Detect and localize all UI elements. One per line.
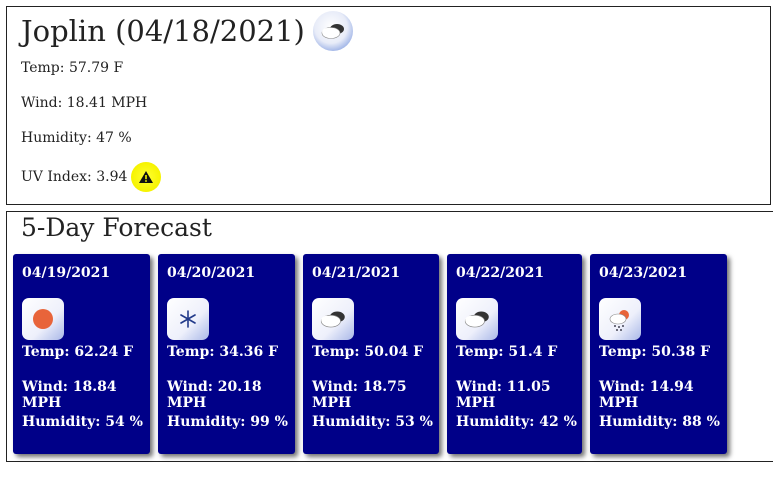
current-weather-panel: Joplin (04/18/2021) Temp: 57.79 F Wind: … <box>6 6 771 205</box>
snow-icon <box>167 298 209 340</box>
forecast-wind: Wind: 14.94 MPH <box>599 379 694 411</box>
forecast-date: 04/20/2021 <box>167 265 256 281</box>
forecast-card: 04/19/2021 Temp: 62.24 F Wind: 18.84 MPH… <box>13 254 150 454</box>
forecast-humidity: Humidity: 42 % <box>456 414 577 430</box>
current-temp: Temp: 57.79 F <box>21 60 124 76</box>
forecast-humidity: Humidity: 53 % <box>312 414 433 430</box>
forecast-temp: Temp: 62.24 F <box>22 344 134 360</box>
forecast-temp: Temp: 51.4 F <box>456 344 558 360</box>
current-uv-index: UV Index: 3.94 <box>21 169 128 185</box>
cloudy-icon <box>312 11 353 51</box>
forecast-date: 04/23/2021 <box>599 265 688 281</box>
current-humidity: Humidity: 47 % <box>21 130 132 146</box>
current-wind: Wind: 18.41 MPH <box>21 95 148 111</box>
forecast-date: 04/19/2021 <box>22 265 111 281</box>
cloudy-icon <box>312 298 354 340</box>
current-title-row: Joplin (04/18/2021) <box>21 11 353 51</box>
forecast-temp: Temp: 50.38 F <box>599 344 711 360</box>
forecast-humidity: Humidity: 99 % <box>167 414 288 430</box>
forecast-card: 04/21/2021 Temp: 50.04 F Wind: 18.75 MPH… <box>303 254 439 454</box>
forecast-humidity: Humidity: 88 % <box>599 414 720 430</box>
cloudy-icon <box>456 298 498 340</box>
rain-sun-icon <box>599 298 641 340</box>
forecast-date: 04/21/2021 <box>312 265 401 281</box>
forecast-panel: 5-Day Forecast 04/19/2021 Temp: 62.24 F … <box>6 211 773 462</box>
forecast-humidity: Humidity: 54 % <box>22 414 143 430</box>
forecast-temp: Temp: 34.36 F <box>167 344 279 360</box>
forecast-card: 04/23/2021 Temp: 50.38 F Wind: 14.94 MPH… <box>590 254 727 454</box>
warning-icon <box>131 162 162 192</box>
forecast-date: 04/22/2021 <box>456 265 545 281</box>
forecast-card: 04/22/2021 Temp: 51.4 F Wind: 11.05 MPH … <box>447 254 582 454</box>
forecast-wind: Wind: 18.75 MPH <box>312 379 407 411</box>
forecast-wind: Wind: 11.05 MPH <box>456 379 551 411</box>
forecast-title: 5-Day Forecast <box>21 213 212 242</box>
city-title: Joplin (04/18/2021) <box>21 14 305 48</box>
forecast-wind: Wind: 20.18 MPH <box>167 379 262 411</box>
sun-icon <box>22 298 64 340</box>
current-uv-row: UV Index: 3.94 <box>21 162 162 192</box>
forecast-card: 04/20/2021 Temp: 34.36 F Wind: 20.18 MPH… <box>158 254 295 454</box>
forecast-wind: Wind: 18.84 MPH <box>22 379 117 411</box>
forecast-temp: Temp: 50.04 F <box>312 344 424 360</box>
